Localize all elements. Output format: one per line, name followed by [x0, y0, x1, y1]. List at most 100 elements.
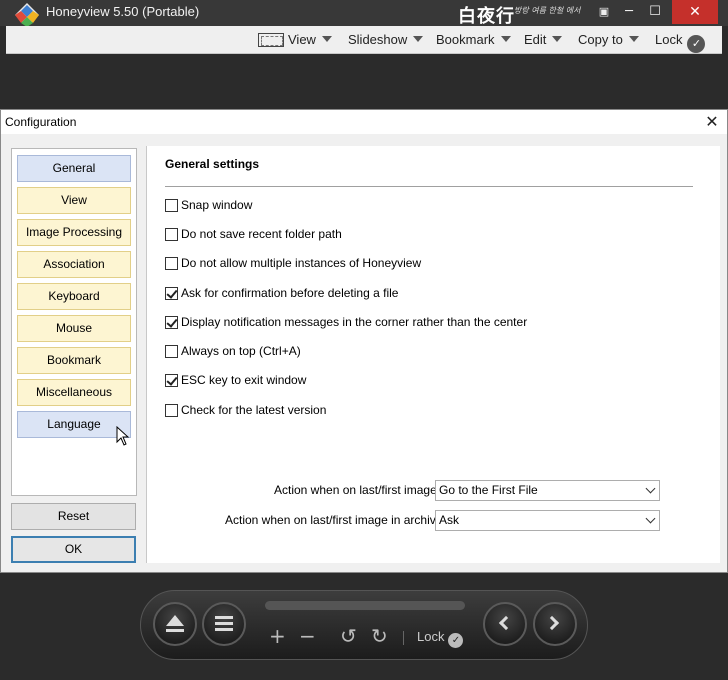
option-check-updates[interactable]: Check for the latest version	[165, 402, 326, 418]
caret-down-icon	[552, 36, 563, 42]
maximize-button[interactable]: ☐	[644, 0, 666, 24]
dialog-titlebar: Configuration ✕	[1, 110, 727, 134]
option-single-instance[interactable]: Do not allow multiple instances of Honey…	[165, 255, 421, 271]
option-no-recent-folder[interactable]: Do not save recent folder path	[165, 226, 342, 242]
rotate-right-icon[interactable]: ↻	[371, 624, 388, 648]
menu-icon	[215, 622, 233, 625]
menu-slideshow[interactable]: Slideshow	[348, 32, 424, 47]
playback-control-bar: + − ↺ ↻ Lock ✓	[140, 590, 588, 660]
nav-language[interactable]: Language	[17, 411, 131, 438]
fit-to-window-icon[interactable]	[258, 33, 284, 47]
option-label: Check for the latest version	[181, 403, 327, 417]
configuration-dialog: Configuration ✕ General View Image Proce…	[0, 109, 728, 573]
general-settings-panel: General settings Snap window Do not save…	[146, 146, 720, 563]
option-always-on-top[interactable]: Always on top (Ctrl+A)	[165, 343, 301, 359]
option-esc-exit[interactable]: ESC key to exit window	[165, 372, 306, 388]
menu-icon	[215, 616, 233, 619]
lock-check-icon: ✓	[448, 633, 464, 648]
menubar: View Slideshow Bookmark Edit Copy to Loc…	[6, 26, 722, 54]
ok-button[interactable]: OK	[11, 536, 136, 563]
app-titlebar: Honeyview 5.50 (Portable) 白夜行 방랑 여름 한철 에…	[0, 0, 728, 27]
checkbox[interactable]	[165, 256, 178, 270]
caret-down-icon	[628, 36, 639, 42]
nav-image-processing[interactable]: Image Processing	[17, 219, 131, 246]
menu-bookmark-label: Bookmark	[436, 32, 495, 47]
chevron-down-icon	[645, 483, 656, 494]
caret-down-icon	[321, 36, 332, 42]
reset-button[interactable]: Reset	[11, 503, 136, 530]
lock-check-icon: ✓	[687, 35, 706, 53]
nav-view[interactable]: View	[17, 187, 131, 214]
mouse-cursor-icon	[116, 426, 130, 446]
dialog-title: Configuration	[5, 115, 77, 129]
menu-view[interactable]: View	[288, 32, 332, 47]
honeyview-logo-icon	[15, 3, 39, 27]
option-label: Do not allow multiple instances of Honey…	[181, 256, 422, 270]
open-file-button[interactable]	[153, 602, 197, 646]
nav-association[interactable]: Association	[17, 251, 131, 278]
option-notification-corner[interactable]: Display notification messages in the cor…	[165, 314, 527, 330]
menu-edit-label: Edit	[524, 32, 547, 47]
checkbox[interactable]	[165, 403, 178, 417]
action-last-first-select[interactable]: Go to the First File	[435, 480, 660, 501]
option-confirm-delete[interactable]: Ask for confirmation before deleting a f…	[165, 285, 398, 301]
option-label: Ask for confirmation before deleting a f…	[181, 286, 399, 300]
chevron-down-icon	[645, 513, 656, 524]
menu-lock[interactable]: Lock ✓	[655, 32, 706, 53]
chevron-left-icon	[498, 615, 514, 631]
caret-down-icon	[500, 36, 511, 42]
action-archive-select[interactable]: Ask	[435, 510, 660, 531]
position-slider[interactable]	[265, 601, 465, 610]
lock-toggle[interactable]: Lock ✓	[417, 629, 464, 648]
minimize-button[interactable]: ─	[618, 0, 640, 24]
eject-icon	[166, 615, 184, 626]
select-value: Ask	[439, 513, 460, 527]
option-label: Display notification messages in the cor…	[181, 315, 528, 329]
dialog-close-button[interactable]: ✕	[701, 111, 723, 133]
lock-label: Lock	[417, 629, 445, 644]
nav-bookmark[interactable]: Bookmark	[17, 347, 131, 374]
menu-copy-to-label: Copy to	[578, 32, 623, 47]
close-window-button[interactable]: ✕	[672, 0, 718, 24]
divider	[403, 631, 404, 645]
nav-miscellaneous[interactable]: Miscellaneous	[17, 379, 131, 406]
option-label: Do not save recent folder path	[181, 227, 342, 241]
action-archive-label: Action when on last/first image in archi…	[225, 513, 446, 527]
menu-lock-label: Lock	[655, 32, 683, 47]
checkbox-checked[interactable]	[165, 286, 178, 300]
app-title: Honeyview 5.50 (Portable)	[46, 4, 200, 19]
option-label: ESC key to exit window	[181, 373, 307, 387]
select-value: Go to the First File	[439, 483, 538, 497]
rotate-left-icon[interactable]: ↺	[340, 624, 357, 648]
nav-general[interactable]: General	[17, 155, 131, 182]
next-image-button[interactable]	[533, 602, 577, 646]
menu-copy-to[interactable]: Copy to	[578, 32, 639, 47]
menu-icon	[215, 628, 233, 631]
checkbox[interactable]	[165, 227, 178, 241]
caret-down-icon	[413, 36, 424, 42]
menu-edit[interactable]: Edit	[524, 32, 563, 47]
option-snap-window[interactable]: Snap window	[165, 197, 252, 213]
file-list-button[interactable]	[202, 602, 246, 646]
brand-slogan: 방랑 여름 한철 에서	[514, 6, 581, 15]
checkbox[interactable]	[165, 344, 178, 358]
nav-mouse[interactable]: Mouse	[17, 315, 131, 342]
eject-icon-bar	[166, 629, 184, 632]
action-last-first-label: Action when on last/first image:	[274, 483, 441, 497]
zoom-in-icon[interactable]: +	[269, 624, 286, 648]
menu-bookmark[interactable]: Bookmark	[436, 32, 511, 47]
option-label: Snap window	[181, 198, 253, 212]
zoom-out-icon[interactable]: −	[299, 624, 316, 648]
previous-image-button[interactable]	[483, 602, 527, 646]
nav-keyboard[interactable]: Keyboard	[17, 283, 131, 310]
checkbox-checked[interactable]	[165, 315, 178, 329]
settings-heading: General settings	[165, 157, 260, 171]
brand-mark: 白夜行	[458, 6, 515, 27]
pin-window-button[interactable]: ▣	[594, 0, 614, 24]
option-label: Always on top (Ctrl+A)	[181, 344, 301, 358]
menu-slideshow-label: Slideshow	[348, 32, 408, 47]
menu-view-label: View	[288, 32, 316, 47]
checkbox-checked[interactable]	[165, 373, 178, 387]
chevron-right-icon	[544, 615, 560, 631]
checkbox[interactable]	[165, 198, 178, 212]
